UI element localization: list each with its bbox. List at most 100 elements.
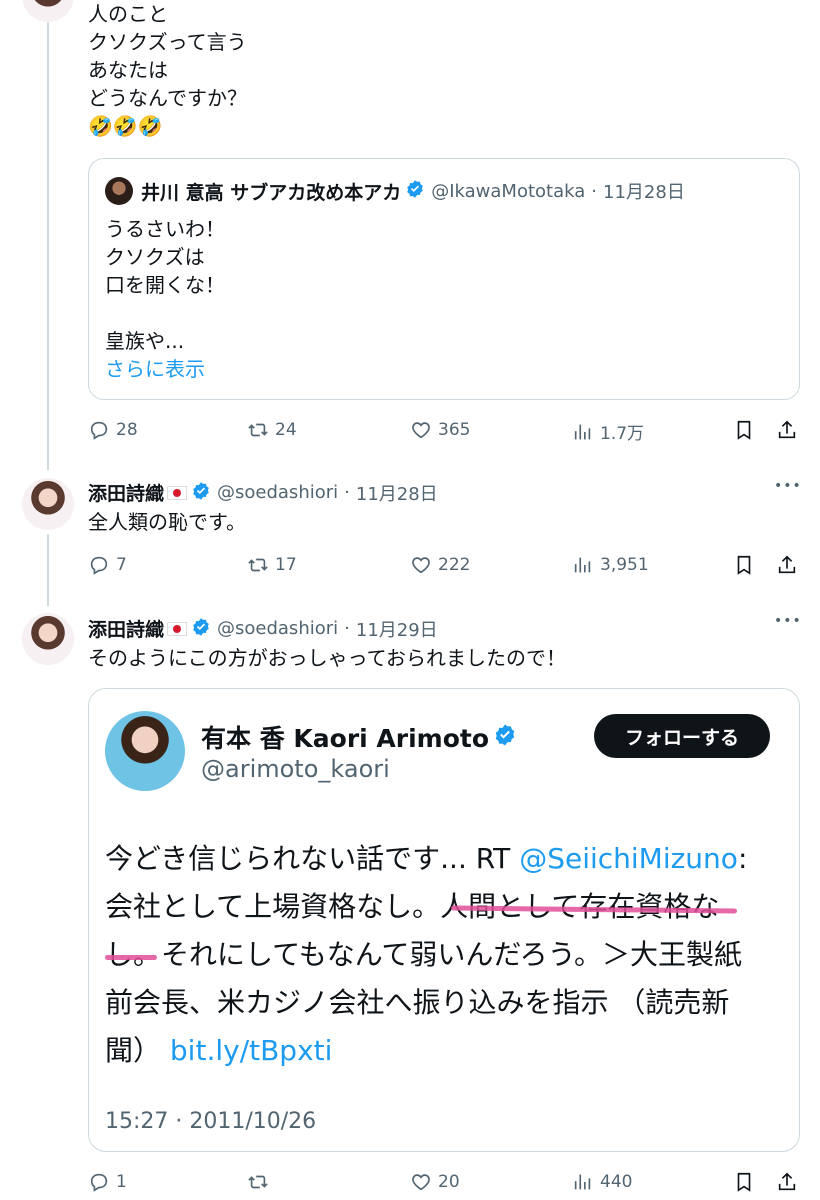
share-button[interactable] <box>776 554 798 576</box>
japan-flag-icon <box>167 485 188 500</box>
separator: · <box>344 482 350 503</box>
quote-line: うるさいわ！ <box>105 217 225 241</box>
share-button[interactable] <box>776 419 798 441</box>
more-options-icon[interactable]: ••• <box>774 613 802 629</box>
embed-timestamp: 15:27 · 2011/10/26 <box>105 1109 317 1134</box>
quote-line: クソクズは <box>105 245 205 269</box>
repost-count: 17 <box>275 555 297 575</box>
views-count: 3,951 <box>600 555 649 575</box>
embed-author-handle[interactable]: @arimoto_kaori <box>201 755 390 783</box>
share-icon <box>778 555 796 574</box>
repost-icon <box>248 1175 268 1189</box>
avatar[interactable] <box>105 177 133 205</box>
tweet-line: あなたは <box>88 58 168 82</box>
quote-handle[interactable]: @IkawaMototaka <box>431 181 585 202</box>
bookmark-icon <box>737 555 751 575</box>
tweet-date[interactable]: 11月28日 <box>356 480 438 506</box>
embedded-tweet-image[interactable]: 有本 香 Kaori Arimoto @arimoto_kaori フォローする… <box>88 688 800 1152</box>
embed-line: 今どき信じられない話です... RT @SeiichiMizuno: <box>105 835 785 883</box>
author-handle[interactable]: @soedashiori <box>217 618 338 639</box>
heart-icon <box>412 1174 430 1191</box>
reply-button[interactable]: 28 <box>88 419 138 441</box>
verified-badge-icon <box>191 481 211 505</box>
like-count: 222 <box>438 555 471 575</box>
repost-button[interactable] <box>247 1171 275 1193</box>
embed-text-segment: 聞） <box>105 1034 170 1067</box>
reply-count: 1 <box>116 1172 127 1192</box>
share-button[interactable] <box>776 1171 798 1193</box>
author-name[interactable]: 添田詩織 <box>88 615 164 642</box>
quote-author-name[interactable]: 井川 意高 サブアカ改め本アカ <box>141 178 401 205</box>
separator: · <box>591 180 598 202</box>
views-icon <box>574 424 591 439</box>
repost-icon <box>248 423 268 437</box>
short-link[interactable]: bit.ly/tBpxti <box>170 1034 333 1067</box>
views-button[interactable]: 440 <box>572 1171 632 1193</box>
repost-button[interactable]: 17 <box>247 554 297 576</box>
author-name[interactable]: 添田詩織 <box>88 479 164 506</box>
tweet-line: 人のこと <box>88 2 168 26</box>
emoji-row: 🤣🤣🤣 <box>88 114 163 138</box>
embed-body: 今どき信じられない話です... RT @SeiichiMizuno: 会社として… <box>105 835 785 1075</box>
views-icon <box>574 1174 591 1190</box>
tweet-text: 人のこと クソクズって言う あなたは どうなんですか？ 🤣🤣🤣 <box>88 0 688 140</box>
reply-button[interactable]: 1 <box>88 1171 127 1193</box>
quote-line <box>105 299 225 327</box>
embed-text-segment: 今どき信じられない話です... RT <box>105 842 520 875</box>
reply-count: 7 <box>116 555 127 575</box>
views-count: 440 <box>600 1172 633 1192</box>
avatar[interactable] <box>22 0 74 22</box>
mention-link[interactable]: @SeiichiMizuno <box>519 842 738 875</box>
tweet-header: 添田詩織 @soedashiori · 11月28日 <box>88 479 438 506</box>
repost-count: 24 <box>275 420 297 440</box>
bookmark-icon <box>737 420 751 440</box>
like-button[interactable]: 365 <box>410 419 470 441</box>
embed-author-name[interactable]: 有本 香 Kaori Arimoto <box>201 719 489 755</box>
share-icon <box>778 420 796 439</box>
quoted-tweet-card[interactable]: 井川 意高 サブアカ改め本アカ @IkawaMototaka · 11月28日 … <box>88 158 800 400</box>
repost-icon <box>248 558 268 572</box>
author-handle[interactable]: @soedashiori <box>217 482 338 503</box>
tweet-text: そのようにこの方がおっしゃっておられましたので！ <box>88 646 566 670</box>
quote-header: 井川 意高 サブアカ改め本アカ @IkawaMototaka · 11月28日 <box>105 177 685 205</box>
embed-line: 前会長、米カジノ会社へ振り込みを指示 （読売新 <box>105 986 730 1019</box>
avatar[interactable] <box>105 711 185 791</box>
views-count: 1.7万 <box>600 424 645 444</box>
like-count: 365 <box>438 420 471 440</box>
reply-icon <box>90 556 108 575</box>
embed-author: 有本 香 Kaori Arimoto <box>201 719 517 755</box>
bookmark-button[interactable] <box>733 1171 755 1193</box>
tweet-line: クソクズって言う <box>88 30 247 54</box>
quote-date[interactable]: 11月28日 <box>603 178 685 204</box>
views-button[interactable]: 1.7万 <box>572 419 644 444</box>
embed-line: 聞） bit.ly/tBpxti <box>105 1027 785 1075</box>
heart-icon <box>412 422 430 439</box>
views-icon <box>574 557 591 573</box>
bookmark-button[interactable] <box>733 419 755 441</box>
reply-icon <box>90 1173 108 1192</box>
thread-line <box>47 22 49 470</box>
separator: · <box>344 618 350 639</box>
repost-button[interactable]: 24 <box>247 419 297 441</box>
tweet-header: 添田詩織 @soedashiori · 11月29日 <box>88 615 438 642</box>
avatar[interactable] <box>22 613 74 665</box>
heart-icon <box>412 557 430 574</box>
show-more-link[interactable]: さらに表示 <box>105 355 225 383</box>
tweet-date[interactable]: 11月29日 <box>356 616 438 642</box>
tweet-text: 全人類の恥です。 <box>88 510 246 534</box>
reply-button[interactable]: 7 <box>88 554 127 576</box>
highlight-underline <box>105 955 157 960</box>
quote-line: 皇族や... <box>105 329 185 353</box>
like-button[interactable]: 20 <box>410 1171 460 1193</box>
follow-button[interactable]: フォローする <box>594 714 770 758</box>
quote-line: 口を開くな！ <box>105 273 225 297</box>
views-button[interactable]: 3,951 <box>572 554 649 576</box>
quote-text: うるさいわ！ クソクズは 口を開くな！ 皇族や... さらに表示 <box>105 215 225 383</box>
share-icon <box>778 1172 796 1191</box>
tweet-line: どうなんですか？ <box>88 86 247 110</box>
like-button[interactable]: 222 <box>410 554 470 576</box>
japan-flag-icon <box>167 621 188 636</box>
bookmark-button[interactable] <box>733 554 755 576</box>
avatar[interactable] <box>22 478 74 530</box>
more-options-icon[interactable]: ••• <box>774 478 802 494</box>
